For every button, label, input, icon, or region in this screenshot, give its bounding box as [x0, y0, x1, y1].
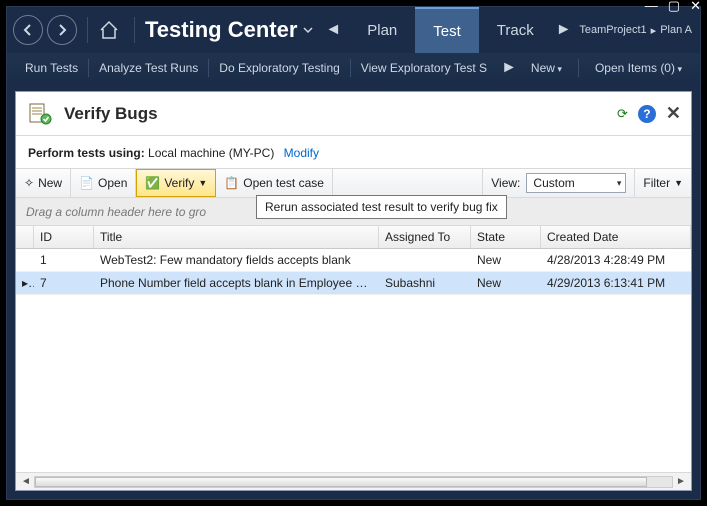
context-label: Perform tests using: [28, 146, 145, 160]
separator [134, 17, 135, 43]
sub-analyze-test-runs[interactable]: Analyze Test Runs [89, 61, 208, 75]
refresh-button[interactable]: ⟳ [617, 106, 628, 122]
context-line: Perform tests using: Local machine (MY-P… [16, 136, 691, 168]
verify-button[interactable]: ✅ Verify ▼ [136, 169, 216, 197]
open-test-case-button[interactable]: 📋 Open test case [216, 169, 333, 197]
tabs-scroll-left[interactable]: ◄ [321, 21, 345, 39]
verify-tooltip: Rerun associated test result to verify b… [256, 195, 507, 219]
title-dropdown[interactable] [303, 25, 313, 35]
tabs-scroll-right[interactable]: ► [552, 21, 576, 39]
sub-run-tests[interactable]: Run Tests [15, 61, 88, 75]
bugs-grid: ID Title Assigned To State Created Date … [16, 226, 691, 490]
verify-bugs-icon [26, 100, 54, 128]
open-items-dropdown[interactable]: Open Items (0) [585, 61, 692, 75]
tab-track[interactable]: Track [479, 7, 552, 53]
scroll-right-icon[interactable]: ► [673, 476, 689, 487]
col-state[interactable]: State [471, 226, 541, 248]
tab-test[interactable]: Test [415, 7, 479, 53]
close-panel-button[interactable]: ✕ [666, 103, 681, 124]
new-button[interactable]: ✧ New [16, 169, 71, 197]
verify-icon: ✅ [145, 176, 160, 190]
scroll-left-icon[interactable]: ◄ [18, 476, 34, 487]
forward-button[interactable] [47, 15, 77, 45]
breadcrumb[interactable]: TeamProject1 ▸ Plan A [579, 24, 692, 37]
chevron-right-icon: ▸ [651, 24, 657, 37]
home-button[interactable] [94, 15, 124, 45]
new-dropdown[interactable]: New [521, 61, 572, 75]
breadcrumb-plan: Plan A [660, 24, 692, 36]
col-title[interactable]: Title [94, 226, 379, 248]
row-marker-icon: ▸ [16, 272, 34, 294]
col-created-date[interactable]: Created Date [541, 226, 691, 248]
app-shell: — ▢ ✕ Testing Center ◄ Plan Test Track ►… [6, 6, 701, 500]
open-button[interactable]: 📄 Open [71, 169, 136, 197]
col-assigned-to[interactable]: Assigned To [379, 226, 471, 248]
new-icon: ✧ [24, 176, 34, 190]
panel-title: Verify Bugs [64, 104, 158, 124]
horizontal-scrollbar[interactable]: ◄ ► [16, 472, 691, 490]
sub-do-exploratory[interactable]: Do Exploratory Testing [209, 61, 350, 75]
modify-link[interactable]: Modify [284, 146, 319, 160]
app-title: Testing Center [145, 17, 297, 43]
content-panel: Verify Bugs ⟳ ? ✕ Perform tests using: L… [15, 91, 692, 491]
chevron-down-icon: ▼ [674, 178, 683, 188]
col-id[interactable]: ID [34, 226, 94, 248]
scroll-thumb[interactable] [35, 477, 647, 487]
test-case-icon: 📋 [224, 176, 239, 190]
grid-row[interactable]: 1 WebTest2: Few mandatory fields accepts… [16, 249, 691, 272]
sub-view-exploratory-sessions[interactable]: View Exploratory Test S [351, 61, 497, 75]
col-marker[interactable] [16, 226, 34, 248]
grid-row[interactable]: ▸ 7 Phone Number field accepts blank in … [16, 272, 691, 295]
main-tabs: Plan Test Track [349, 7, 552, 53]
view-select[interactable]: Custom [526, 173, 626, 193]
title-bar: Testing Center ◄ Plan Test Track ► TeamP… [7, 7, 700, 53]
back-button[interactable] [13, 15, 43, 45]
chevron-down-icon: ▼ [198, 178, 207, 188]
group-by-header[interactable]: Drag a column header here to gro Rerun a… [16, 198, 691, 226]
filter-button[interactable]: Filter ▼ [634, 169, 691, 197]
help-button[interactable]: ? [638, 105, 656, 123]
view-group: View: Custom [482, 169, 634, 197]
open-icon: 📄 [79, 176, 94, 190]
grid-body: 1 WebTest2: Few mandatory fields accepts… [16, 249, 691, 472]
panel-header: Verify Bugs ⟳ ? ✕ [16, 92, 691, 136]
sub-nav-bar: Run Tests Analyze Test Runs Do Explorato… [7, 53, 700, 83]
view-label: View: [491, 176, 520, 190]
separator [87, 17, 88, 43]
toolbar: ✧ New 📄 Open ✅ Verify ▼ 📋 Open test case… [16, 168, 691, 198]
context-value: Local machine (MY-PC) [148, 146, 274, 160]
breadcrumb-project: TeamProject1 [579, 24, 646, 36]
grid-header: ID Title Assigned To State Created Date [16, 226, 691, 249]
tab-plan[interactable]: Plan [349, 7, 415, 53]
subbar-scroll-right[interactable]: ► [497, 59, 521, 77]
